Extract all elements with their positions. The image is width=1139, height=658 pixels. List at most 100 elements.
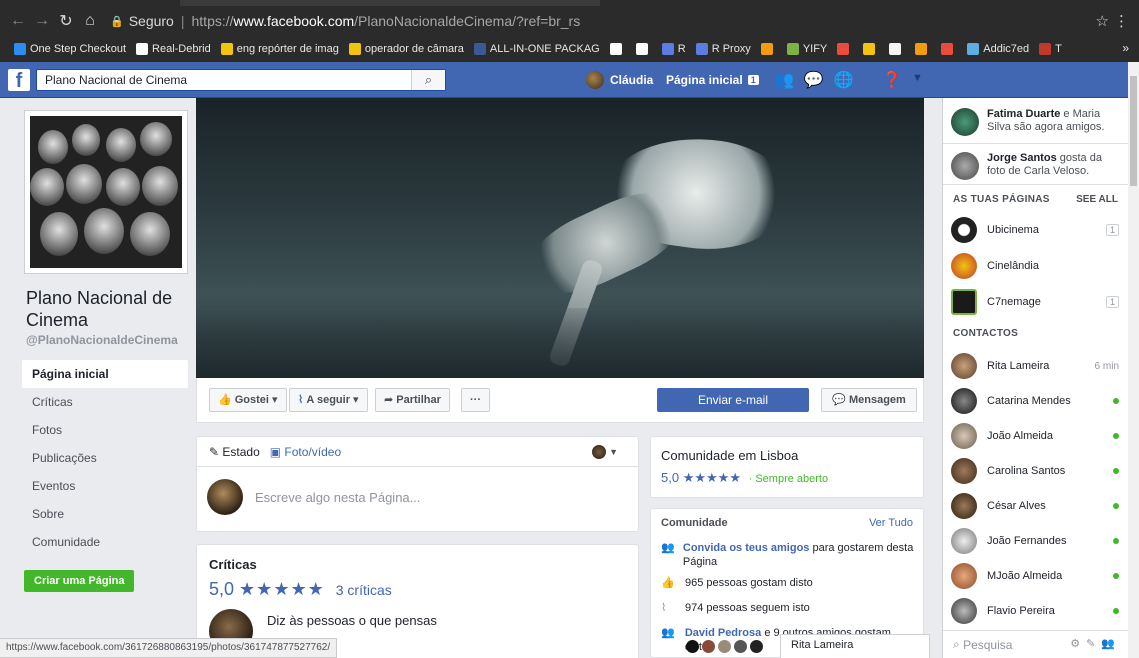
composer-input[interactable]: Escreve algo nesta Página... bbox=[255, 490, 421, 505]
nav-item-reviews[interactable]: Críticas bbox=[22, 388, 188, 416]
cover-photo[interactable] bbox=[196, 98, 924, 378]
page-profile-picture[interactable] bbox=[24, 110, 188, 274]
bookmark-item[interactable]: ALL-IN-ONE PACKAG bbox=[473, 43, 600, 55]
bookmarks-overflow-icon[interactable]: » bbox=[1122, 41, 1129, 55]
avatar[interactable] bbox=[718, 640, 731, 653]
bookmark-item[interactable] bbox=[635, 43, 652, 55]
nav-item-about[interactable]: Sobre bbox=[22, 500, 188, 528]
online-indicator bbox=[1113, 538, 1119, 544]
bookmark-item[interactable]: eng repórter de imag bbox=[220, 43, 339, 55]
bookmark-item[interactable] bbox=[915, 43, 931, 55]
bookmark-item[interactable]: One Step Checkout bbox=[14, 43, 126, 55]
ticker-item[interactable]: Jorge Santos gosta da foto de Carla Velo… bbox=[943, 152, 1129, 180]
friend-requests-icon[interactable]: 👥 bbox=[774, 70, 794, 90]
contact-item[interactable]: João Fernandes bbox=[943, 523, 1129, 559]
browser-menu-icon[interactable]: ⋮ bbox=[1114, 12, 1129, 30]
forward-icon[interactable]: → bbox=[30, 12, 54, 30]
avatar bbox=[951, 388, 977, 414]
bookmark-item[interactable] bbox=[609, 43, 626, 55]
contacts-search-input[interactable]: Pesquisa bbox=[963, 638, 1012, 652]
page-handle[interactable]: @PlanoNacionaldeCinema bbox=[26, 333, 178, 347]
sidebar-page-cinelandia[interactable]: Cinelândia bbox=[943, 248, 1129, 284]
bookmark-star-icon[interactable]: ☆ bbox=[1096, 12, 1109, 30]
reviews-count-link[interactable]: 3 críticas bbox=[336, 582, 392, 598]
follows-count: 974 pessoas seguem isto bbox=[685, 602, 810, 614]
contact-item[interactable]: MJoão Almeida bbox=[943, 558, 1129, 594]
notifications-icon[interactable]: 🌐 bbox=[834, 70, 854, 90]
follow-button[interactable]: ⌇ A seguir ▾ bbox=[289, 388, 368, 412]
bookmark-item[interactable] bbox=[863, 43, 879, 55]
bookmark-item[interactable]: Addic7ed bbox=[967, 43, 1029, 55]
bookmark-item[interactable]: Real-Debrid bbox=[136, 43, 211, 55]
message-button[interactable]: 💬 Mensagem bbox=[821, 388, 917, 412]
avatar[interactable] bbox=[734, 640, 747, 653]
bookmark-label: T bbox=[1055, 43, 1062, 55]
bookmark-item[interactable] bbox=[760, 43, 777, 55]
invite-friends-row: 👥 Convida os teus amigos para gostarem d… bbox=[661, 541, 915, 569]
nav-item-photos[interactable]: Fotos bbox=[22, 416, 188, 444]
tab-photo-video[interactable]: ▣ Foto/vídeo bbox=[270, 445, 341, 459]
messenger-icon[interactable]: 💬 bbox=[804, 70, 824, 90]
location-rating-value: 5,0 bbox=[661, 470, 680, 485]
search-icon[interactable]: ⌕ bbox=[411, 70, 445, 90]
bookmark-item[interactable] bbox=[941, 43, 957, 55]
bookmark-item[interactable]: operador de câmara bbox=[348, 43, 464, 55]
thumbs-up-icon: 👍 bbox=[218, 394, 232, 406]
chat-settings-icons[interactable]: ⚙✎👥 bbox=[1070, 637, 1121, 650]
invite-friends-link[interactable]: Convida os teus amigos bbox=[683, 542, 810, 554]
bookmark-label: One Step Checkout bbox=[30, 43, 127, 55]
nav-item-home[interactable]: Página inicial bbox=[22, 360, 188, 388]
bookmark-item[interactable] bbox=[889, 43, 905, 55]
page-scrollbar[interactable] bbox=[1128, 62, 1139, 658]
nav-item-community[interactable]: Comunidade bbox=[22, 528, 188, 556]
home-icon[interactable]: ⌂ bbox=[78, 12, 102, 30]
create-page-button[interactable]: Criar uma Página bbox=[24, 570, 135, 592]
send-email-button[interactable]: Enviar e-mail bbox=[657, 388, 809, 412]
chevron-down-icon[interactable]: ▼ bbox=[912, 72, 923, 84]
reload-icon[interactable]: ↻ bbox=[54, 11, 78, 31]
avatar[interactable] bbox=[750, 640, 763, 653]
contacts-search[interactable]: ⌕ Pesquisa ⚙✎👥 bbox=[943, 630, 1129, 658]
avatar[interactable] bbox=[686, 640, 699, 653]
bookmark-item[interactable]: YIFY bbox=[786, 43, 827, 55]
ticker-name: Jorge Santos bbox=[987, 152, 1057, 164]
composer-body[interactable]: Escreve algo nesta Página... bbox=[197, 467, 638, 527]
contact-item[interactable]: Rita Lameira 6 min bbox=[943, 348, 1129, 384]
home-link[interactable]: Página inicial 1 bbox=[666, 73, 759, 87]
back-icon[interactable]: ← bbox=[6, 12, 30, 30]
contact-item[interactable]: João Almeida bbox=[943, 418, 1129, 454]
chat-tab[interactable]: Rita Lameira bbox=[780, 634, 930, 658]
contact-item[interactable]: Carolina Santos bbox=[943, 453, 1129, 489]
post-as-selector[interactable]: ▼ bbox=[592, 445, 618, 459]
bookmark-item[interactable]: T bbox=[1039, 43, 1062, 55]
see-all-link[interactable]: Ver Tudo bbox=[869, 517, 913, 529]
bookmark-item[interactable]: R bbox=[661, 43, 686, 55]
contact-item[interactable]: César Alves bbox=[943, 488, 1129, 524]
bookmark-item[interactable]: R Proxy bbox=[695, 43, 751, 55]
help-icon[interactable]: ❓ bbox=[882, 70, 902, 90]
bookmark-item[interactable] bbox=[837, 43, 853, 55]
address-bar[interactable]: 🔒 Seguro | https:// www.facebook.com /Pl… bbox=[110, 10, 1110, 32]
scrollbar-thumb[interactable] bbox=[1130, 76, 1137, 186]
share-button[interactable]: ➦ Partilhar bbox=[375, 388, 450, 412]
contact-item[interactable]: Catarina Mendes bbox=[943, 383, 1129, 419]
follows-row: ⌇ 974 pessoas seguem isto bbox=[661, 601, 915, 615]
contact-item[interactable]: Flavio Pereira bbox=[943, 593, 1129, 629]
sidebar-page-c7nemage[interactable]: C7nemage 1 bbox=[943, 284, 1129, 320]
profile-link[interactable]: Cláudia bbox=[586, 71, 653, 89]
online-indicator bbox=[1113, 468, 1119, 474]
nav-item-events[interactable]: Eventos bbox=[22, 472, 188, 500]
tab-status[interactable]: ✎ Estado bbox=[209, 445, 260, 459]
search-input[interactable] bbox=[37, 73, 411, 87]
facebook-logo-icon[interactable]: f bbox=[8, 69, 30, 92]
like-button[interactable]: 👍 Gostei ▾ bbox=[209, 388, 287, 412]
more-options-button[interactable]: ··· bbox=[461, 388, 490, 412]
friend-link[interactable]: David Pedrosa bbox=[685, 627, 761, 639]
see-all-pages-link[interactable]: SEE ALL bbox=[1076, 194, 1118, 205]
page-name: Ubicinema bbox=[987, 224, 1039, 236]
avatar[interactable] bbox=[702, 640, 715, 653]
nav-item-posts[interactable]: Publicações bbox=[22, 444, 188, 472]
ticker-item[interactable]: Fatima Duarte e Maria Silva são agora am… bbox=[943, 108, 1129, 136]
rss-icon: ⌇ bbox=[661, 602, 667, 614]
sidebar-page-ubicinema[interactable]: Ubicinema 1 bbox=[943, 212, 1129, 248]
